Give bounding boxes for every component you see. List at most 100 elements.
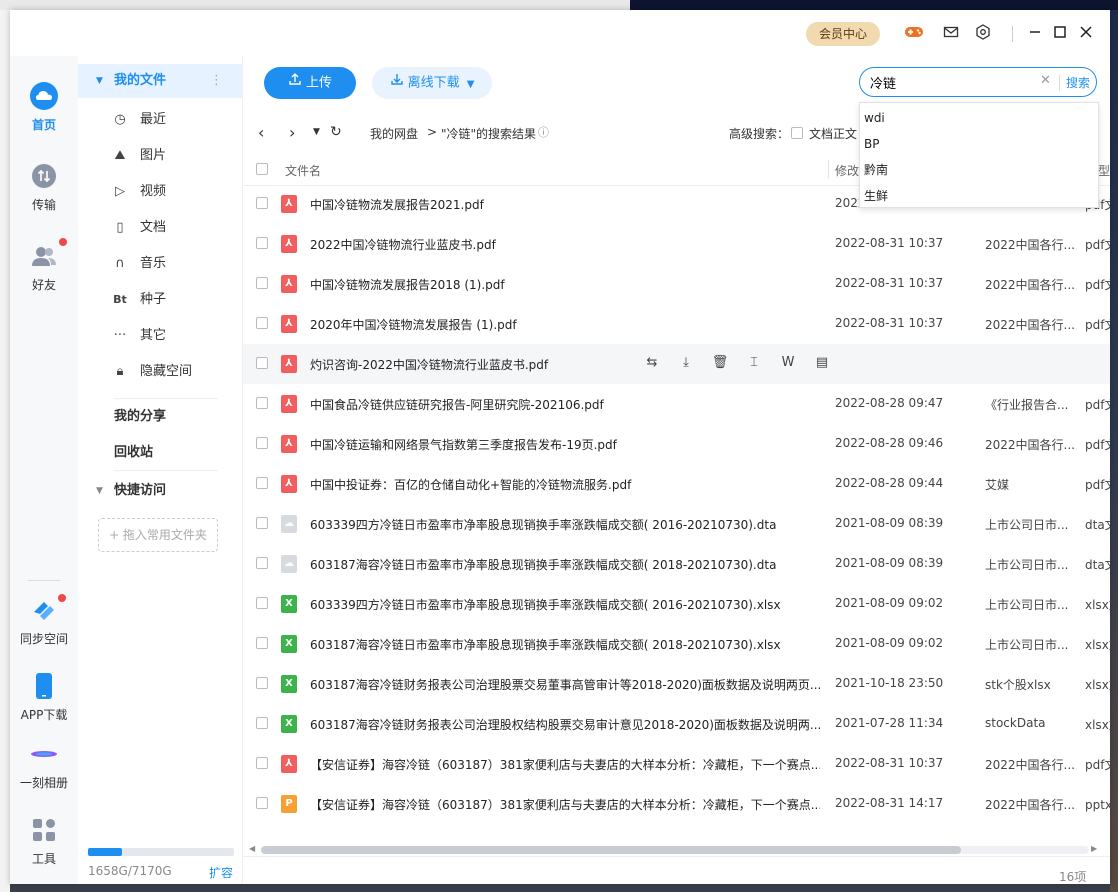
refresh-icon[interactable]: ↻ — [330, 124, 342, 140]
settings-icon[interactable] — [973, 24, 993, 44]
suggestion-item[interactable]: 生鲜 — [864, 183, 1094, 209]
maximize-icon[interactable] — [1050, 24, 1070, 44]
expand-storage-link[interactable]: 扩容 — [209, 864, 233, 881]
vertical-more-icon[interactable]: ⋮ — [210, 64, 223, 98]
rail-sync-space[interactable]: 同步空间 — [10, 594, 78, 647]
sidebar-item-recent[interactable]: ◷ 最近 — [78, 102, 243, 138]
sidebar-item-other[interactable]: ··· 其它 — [78, 318, 243, 354]
row-checkbox[interactable] — [256, 797, 268, 809]
history-dropdown-icon[interactable]: ▼ — [313, 127, 320, 137]
rail-transfer[interactable]: 传输 — [10, 162, 78, 213]
table-row[interactable]: ☁ 603187海容冷链日市盈率市净率股息现销换手率涨跌幅成交额( 2018-20… — [243, 544, 1110, 584]
file-directory[interactable]: 2022中国各行... — [985, 796, 1075, 813]
word-icon[interactable]: W — [777, 355, 799, 370]
table-row[interactable]: X 603339四方冷链日市盈率市净率股息现销换手率涨跌幅成交额( 2016-20… — [243, 584, 1110, 624]
file-name[interactable]: 中国冷链物流发展报告2018 (1).pdf — [310, 276, 820, 293]
more-file-icon[interactable]: ▤ — [811, 355, 833, 370]
file-name[interactable]: 603339四方冷链日市盈率市净率股息现销换手率涨跌幅成交额( 2016-202… — [310, 596, 820, 613]
file-directory[interactable]: 2022中国各行... — [985, 436, 1075, 453]
suggestion-item[interactable]: 黔南 — [864, 157, 1094, 183]
rename-icon[interactable]: ⌶ — [743, 355, 765, 370]
table-row[interactable]: ⅄ 中国冷链运输和网络景气指数第三季度报告发布-19页.pdf 2022-08-28… — [243, 424, 1110, 464]
file-directory[interactable]: 2022中国各行... — [985, 276, 1075, 293]
row-checkbox[interactable] — [256, 517, 268, 529]
row-checkbox[interactable] — [256, 437, 268, 449]
search-button[interactable]: 搜索 — [1066, 74, 1090, 91]
gamepad-icon[interactable] — [904, 24, 924, 44]
caret-down-icon[interactable]: ▼ — [96, 64, 103, 98]
rail-app-download[interactable]: APP下载 — [10, 672, 78, 723]
upload-button[interactable]: 上传 — [264, 67, 356, 99]
drop-folder-zone[interactable]: + 拖入常用文件夹 — [98, 518, 218, 552]
table-row[interactable]: ⅄ 中国冷链物流发展报告2018 (1).pdf 2022-08-31 10:37 2… — [243, 264, 1110, 304]
file-name[interactable]: 603187海容冷链财务报表公司治理股权结构股票交易审计意见2018-2020)… — [310, 716, 820, 733]
file-name[interactable]: 中国冷链运输和网络景气指数第三季度报告发布-19页.pdf — [310, 436, 820, 453]
file-directory[interactable]: stockData — [985, 716, 1075, 730]
suggestion-item[interactable]: BP — [864, 131, 1094, 157]
suggestion-item[interactable]: wdi — [864, 105, 1094, 131]
file-name[interactable]: 603187海容冷链财务报表公司治理股票交易董事高管审计等2018-2020)面… — [310, 676, 820, 693]
rail-friends[interactable]: 好友 — [10, 238, 78, 293]
search-input[interactable] — [870, 72, 1030, 92]
rail-tools[interactable]: 工具 — [10, 816, 78, 867]
file-name[interactable]: 中国中投证券：百亿的仓储自动化+智能的冷链物流服务.pdf — [310, 476, 820, 493]
row-checkbox[interactable] — [256, 597, 268, 609]
select-all-checkbox[interactable] — [256, 163, 268, 175]
share-icon[interactable]: ⇆ — [641, 355, 663, 370]
file-directory[interactable]: 上市公司日市... — [985, 636, 1075, 653]
file-directory[interactable]: 2022中国各行... — [985, 316, 1075, 333]
column-name[interactable]: 文件名 — [285, 162, 321, 179]
file-name[interactable]: 【安信证券】海容冷链（603187）381家便利店与夫妻店的大样本分析：冷藏柜，… — [310, 796, 820, 813]
clear-icon[interactable]: ✕ — [1040, 73, 1051, 88]
download-icon[interactable]: ⤓ — [675, 355, 697, 370]
sidebar-my-files[interactable]: ▼ 我的文件 ⋮ — [78, 64, 243, 98]
row-checkbox[interactable] — [256, 317, 268, 329]
sidebar-item-images[interactable]: ⛰ 图片 — [78, 138, 243, 174]
row-checkbox[interactable] — [256, 477, 268, 489]
row-checkbox[interactable] — [256, 637, 268, 649]
file-name[interactable]: 603187海容冷链日市盈率市净率股息现销换手率涨跌幅成交额( 2018-202… — [310, 636, 820, 653]
table-row[interactable]: X 603187海容冷链日市盈率市净率股息现销换手率涨跌幅成交额( 2018-20… — [243, 624, 1110, 664]
vip-center-button[interactable]: 会员中心 — [806, 22, 880, 46]
table-row[interactable]: ⅄ 2020年中国冷链物流发展报告 (1).pdf 2022-08-31 10:37… — [243, 304, 1110, 344]
breadcrumb-root[interactable]: 我的网盘 — [370, 125, 418, 142]
close-icon[interactable] — [1076, 24, 1096, 44]
file-directory[interactable]: 《行业报告合... — [985, 396, 1075, 413]
sidebar-item-videos[interactable]: ▷ 视频 — [78, 174, 243, 210]
row-checkbox[interactable] — [256, 557, 268, 569]
table-row[interactable]: X 603187海容冷链财务报表公司治理股权结构股票交易审计意见2018-2020… — [243, 704, 1110, 744]
file-directory[interactable]: 上市公司日市... — [985, 516, 1075, 533]
info-icon[interactable]: ⓘ — [538, 124, 549, 140]
row-checkbox[interactable] — [256, 757, 268, 769]
file-name[interactable]: 2022中国冷链物流行业蓝皮书.pdf — [310, 236, 820, 253]
column-modified[interactable]: 修改 — [835, 162, 859, 179]
sidebar-item-hidden-space[interactable]: 🔒︎ 隐藏空间 — [78, 354, 243, 390]
file-name[interactable]: 603187海容冷链日市盈率市净率股息现销换手率涨跌幅成交额( 2018-202… — [310, 556, 820, 573]
checkbox[interactable] — [791, 126, 803, 139]
row-checkbox[interactable] — [256, 397, 268, 409]
table-row[interactable]: ☁ 603339四方冷链日市盈率市净率股息现销换手率涨跌幅成交额( 2016-20… — [243, 504, 1110, 544]
file-directory[interactable]: 2022中国各行... — [985, 236, 1075, 253]
file-name[interactable]: 603339四方冷链日市盈率市净率股息现销换手率涨跌幅成交额( 2016-202… — [310, 516, 820, 533]
file-name[interactable]: 中国食品冷链供应链研究报告-阿里研究院-202106.pdf — [310, 396, 820, 413]
rail-album[interactable]: 一刻相册 — [10, 740, 78, 791]
rail-home[interactable]: 首页 — [10, 82, 78, 133]
table-row[interactable]: ⅄ 灼识咨询-2022中国冷链物流行业蓝皮书.pdf ⇆ ⤓ 🗑︎ ⌶ W ▤ — [243, 344, 1110, 384]
mail-icon[interactable] — [941, 24, 961, 44]
minimize-icon[interactable] — [1025, 24, 1045, 44]
scroll-thumb[interactable] — [261, 846, 961, 854]
row-checkbox[interactable] — [256, 277, 268, 289]
file-name[interactable]: 2020年中国冷链物流发展报告 (1).pdf — [310, 316, 820, 333]
row-checkbox[interactable] — [256, 717, 268, 729]
file-directory[interactable]: 上市公司日市... — [985, 596, 1075, 613]
column-type[interactable]: 型 — [1098, 162, 1110, 179]
sidebar-item-documents[interactable]: ▯ 文档 — [78, 210, 243, 246]
sidebar-quick-access[interactable]: ▼ 快捷访问 — [78, 473, 243, 509]
horizontal-scrollbar[interactable]: ◀ ▶ — [249, 844, 1099, 854]
sidebar-item-music[interactable]: ∩ 音乐 — [78, 246, 243, 282]
row-checkbox[interactable] — [256, 197, 268, 209]
row-checkbox[interactable] — [256, 237, 268, 249]
sidebar-item-torrents[interactable]: Bt 种子 — [78, 282, 243, 318]
row-checkbox[interactable] — [256, 357, 268, 369]
table-row[interactable]: ⅄ 中国中投证券：百亿的仓储自动化+智能的冷链物流服务.pdf 2022-08-28… — [243, 464, 1110, 504]
